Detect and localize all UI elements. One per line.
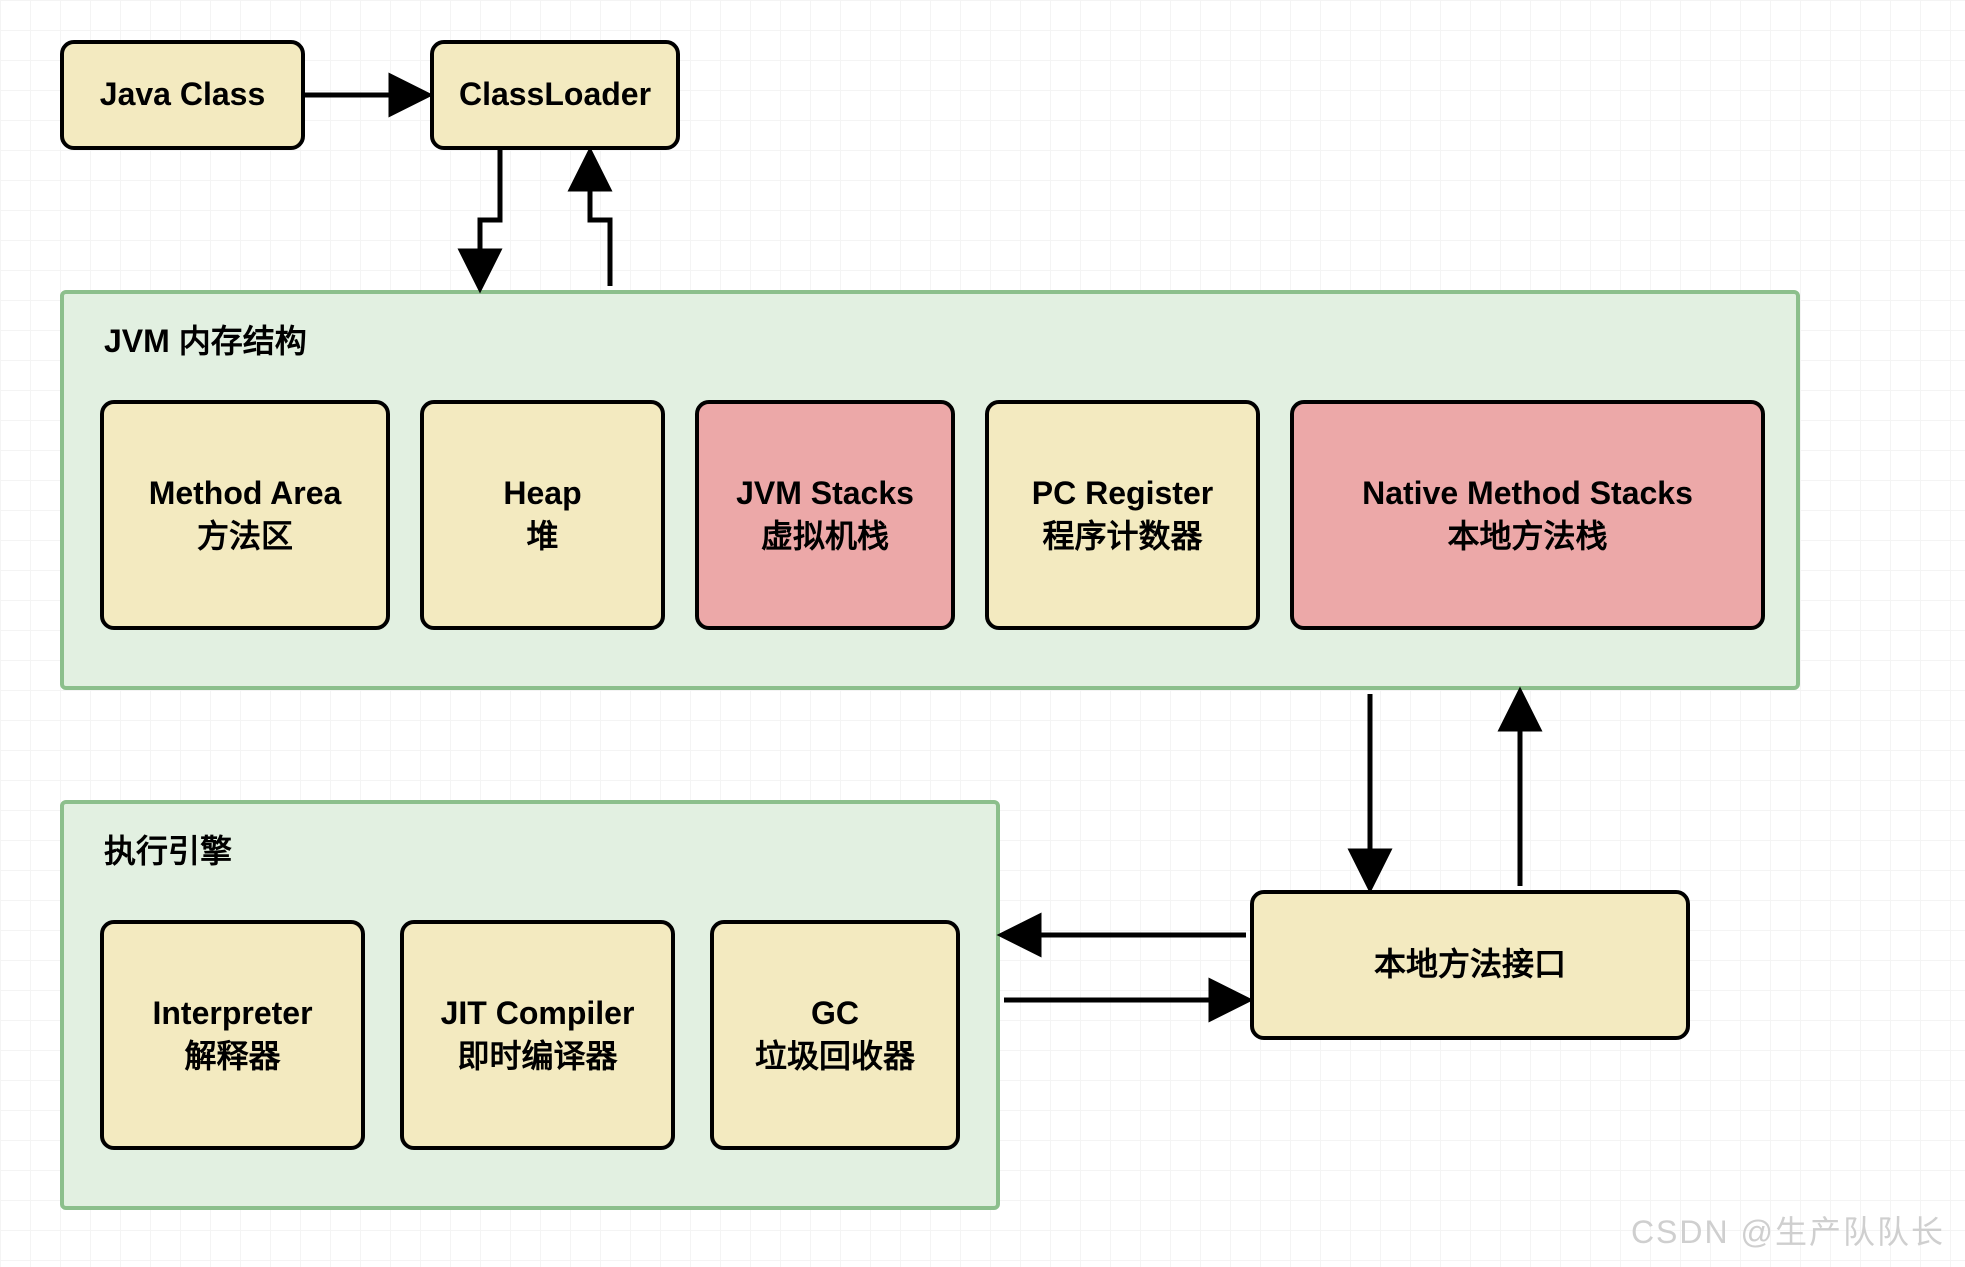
java-class-label: Java Class: [100, 73, 265, 116]
native-stacks-en: Native Method Stacks: [1362, 472, 1693, 515]
native-interface-label: 本地方法接口: [1374, 943, 1566, 986]
method-area-en: Method Area: [149, 472, 342, 515]
box-method-area: Method Area 方法区: [100, 400, 390, 630]
pc-register-en: PC Register: [1032, 472, 1213, 515]
heap-en: Heap: [503, 472, 581, 515]
box-jit-compiler: JIT Compiler 即时编译器: [400, 920, 675, 1150]
jvm-stacks-en: JVM Stacks: [736, 472, 914, 515]
interpreter-zh: 解释器: [184, 1035, 280, 1078]
classloader-label: ClassLoader: [459, 73, 651, 116]
box-pc-register: PC Register 程序计数器: [985, 400, 1260, 630]
heap-zh: 堆: [526, 515, 558, 558]
watermark: CSDN @生产队队长: [1631, 1207, 1945, 1253]
exec-engine-title: 执行引擎: [104, 826, 232, 872]
gc-zh: 垃圾回收器: [755, 1035, 915, 1078]
native-stacks-zh: 本地方法栈: [1447, 515, 1607, 558]
pc-register-zh: 程序计数器: [1042, 515, 1202, 558]
gc-en: GC: [811, 992, 859, 1035]
method-area-zh: 方法区: [197, 515, 293, 558]
box-jvm-stacks: JVM Stacks 虚拟机栈: [695, 400, 955, 630]
box-heap: Heap 堆: [420, 400, 665, 630]
interpreter-en: Interpreter: [152, 992, 312, 1035]
box-native-interface: 本地方法接口: [1250, 890, 1690, 1040]
box-classloader: ClassLoader: [430, 40, 680, 150]
box-java-class: Java Class: [60, 40, 305, 150]
jit-zh: 即时编译器: [457, 1035, 617, 1078]
jvm-stacks-zh: 虚拟机栈: [761, 515, 889, 558]
box-interpreter: Interpreter 解释器: [100, 920, 365, 1150]
box-gc: GC 垃圾回收器: [710, 920, 960, 1150]
box-native-method-stacks: Native Method Stacks 本地方法栈: [1290, 400, 1765, 630]
jit-en: JIT Compiler: [441, 992, 635, 1035]
jvm-memory-title: JVM 内存结构: [104, 316, 307, 362]
